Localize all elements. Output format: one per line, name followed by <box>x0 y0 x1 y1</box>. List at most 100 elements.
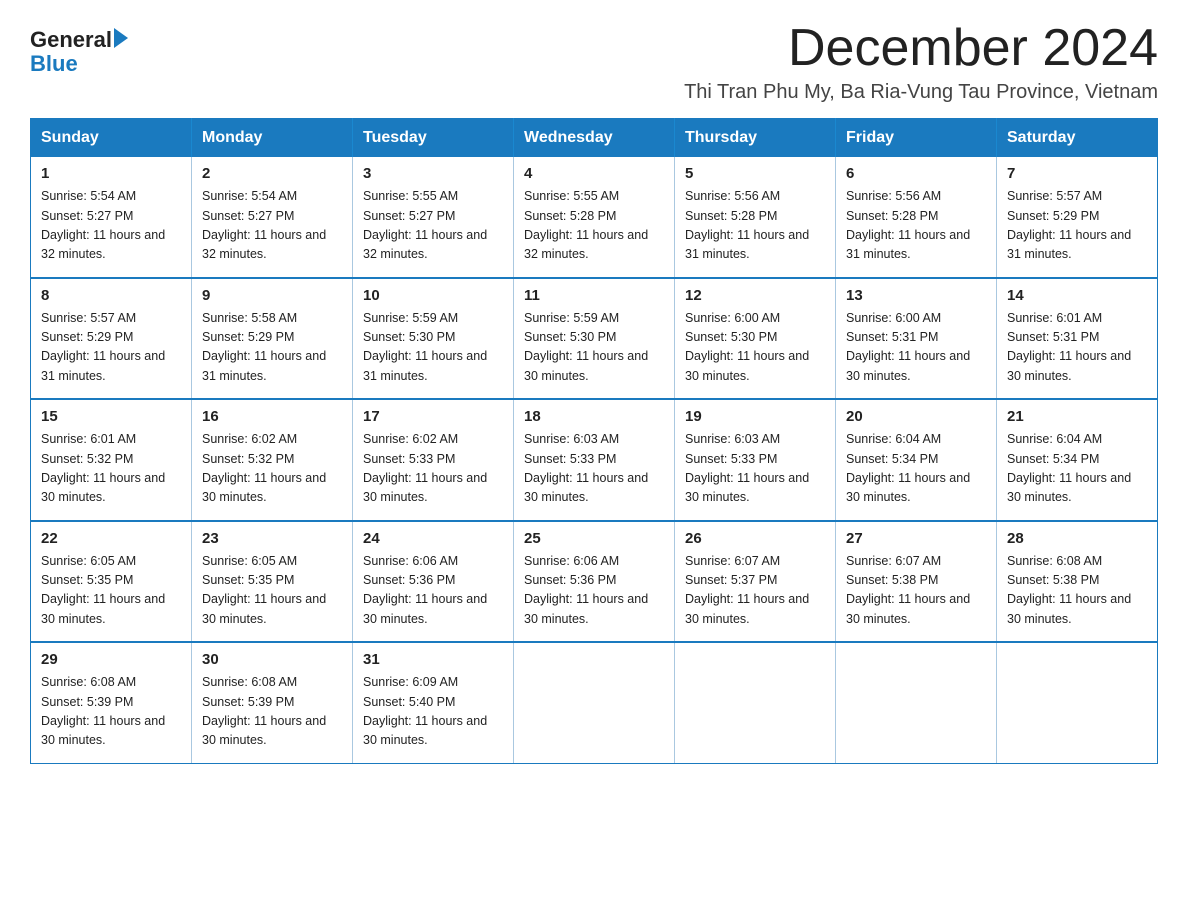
day-info: Sunrise: 6:03 AMSunset: 5:33 PMDaylight:… <box>685 430 825 508</box>
calendar-cell: 13 Sunrise: 6:00 AMSunset: 5:31 PMDaylig… <box>836 278 997 400</box>
day-info: Sunrise: 6:08 AMSunset: 5:39 PMDaylight:… <box>202 673 342 751</box>
day-number: 6 <box>846 165 986 182</box>
calendar-cell: 21 Sunrise: 6:04 AMSunset: 5:34 PMDaylig… <box>997 399 1158 521</box>
day-info: Sunrise: 6:00 AMSunset: 5:30 PMDaylight:… <box>685 309 825 387</box>
calendar-cell: 16 Sunrise: 6:02 AMSunset: 5:32 PMDaylig… <box>192 399 353 521</box>
calendar-cell: 23 Sunrise: 6:05 AMSunset: 5:35 PMDaylig… <box>192 521 353 643</box>
day-info: Sunrise: 6:06 AMSunset: 5:36 PMDaylight:… <box>524 552 664 630</box>
calendar-cell <box>514 642 675 763</box>
day-number: 28 <box>1007 530 1147 547</box>
calendar-cell: 28 Sunrise: 6:08 AMSunset: 5:38 PMDaylig… <box>997 521 1158 643</box>
day-number: 23 <box>202 530 342 547</box>
calendar-cell: 7 Sunrise: 5:57 AMSunset: 5:29 PMDayligh… <box>997 157 1158 278</box>
day-info: Sunrise: 5:59 AMSunset: 5:30 PMDaylight:… <box>363 309 503 387</box>
day-number: 7 <box>1007 165 1147 182</box>
logo-arrow-icon <box>114 28 128 48</box>
calendar-cell: 1 Sunrise: 5:54 AMSunset: 5:27 PMDayligh… <box>31 157 192 278</box>
calendar-cell <box>997 642 1158 763</box>
calendar-cell: 4 Sunrise: 5:55 AMSunset: 5:28 PMDayligh… <box>514 157 675 278</box>
day-info: Sunrise: 6:05 AMSunset: 5:35 PMDaylight:… <box>202 552 342 630</box>
day-info: Sunrise: 5:59 AMSunset: 5:30 PMDaylight:… <box>524 309 664 387</box>
day-info: Sunrise: 6:06 AMSunset: 5:36 PMDaylight:… <box>363 552 503 630</box>
calendar-cell: 10 Sunrise: 5:59 AMSunset: 5:30 PMDaylig… <box>353 278 514 400</box>
day-info: Sunrise: 5:55 AMSunset: 5:27 PMDaylight:… <box>363 187 503 265</box>
day-info: Sunrise: 5:56 AMSunset: 5:28 PMDaylight:… <box>846 187 986 265</box>
calendar-cell: 22 Sunrise: 6:05 AMSunset: 5:35 PMDaylig… <box>31 521 192 643</box>
calendar-cell: 9 Sunrise: 5:58 AMSunset: 5:29 PMDayligh… <box>192 278 353 400</box>
day-number: 4 <box>524 165 664 182</box>
day-info: Sunrise: 5:54 AMSunset: 5:27 PMDaylight:… <box>202 187 342 265</box>
day-info: Sunrise: 6:02 AMSunset: 5:33 PMDaylight:… <box>363 430 503 508</box>
location-title: Thi Tran Phu My, Ba Ria-Vung Tau Provinc… <box>684 81 1158 104</box>
calendar-cell: 26 Sunrise: 6:07 AMSunset: 5:37 PMDaylig… <box>675 521 836 643</box>
day-number: 21 <box>1007 408 1147 425</box>
day-number: 20 <box>846 408 986 425</box>
calendar-cell: 8 Sunrise: 5:57 AMSunset: 5:29 PMDayligh… <box>31 278 192 400</box>
page-header: General Blue December 2024 Thi Tran Phu … <box>30 20 1158 104</box>
day-number: 29 <box>41 651 181 668</box>
day-info: Sunrise: 6:04 AMSunset: 5:34 PMDaylight:… <box>846 430 986 508</box>
day-info: Sunrise: 6:08 AMSunset: 5:38 PMDaylight:… <box>1007 552 1147 630</box>
day-info: Sunrise: 5:56 AMSunset: 5:28 PMDaylight:… <box>685 187 825 265</box>
calendar-cell <box>675 642 836 763</box>
day-info: Sunrise: 6:00 AMSunset: 5:31 PMDaylight:… <box>846 309 986 387</box>
calendar-week-row: 29 Sunrise: 6:08 AMSunset: 5:39 PMDaylig… <box>31 642 1158 763</box>
day-info: Sunrise: 6:07 AMSunset: 5:37 PMDaylight:… <box>685 552 825 630</box>
calendar-table: SundayMondayTuesdayWednesdayThursdayFrid… <box>30 118 1158 764</box>
day-number: 18 <box>524 408 664 425</box>
calendar-cell: 18 Sunrise: 6:03 AMSunset: 5:33 PMDaylig… <box>514 399 675 521</box>
day-info: Sunrise: 5:55 AMSunset: 5:28 PMDaylight:… <box>524 187 664 265</box>
calendar-cell <box>836 642 997 763</box>
day-info: Sunrise: 6:08 AMSunset: 5:39 PMDaylight:… <box>41 673 181 751</box>
calendar-header-sunday: Sunday <box>31 119 192 158</box>
day-number: 12 <box>685 287 825 304</box>
day-info: Sunrise: 6:09 AMSunset: 5:40 PMDaylight:… <box>363 673 503 751</box>
day-number: 3 <box>363 165 503 182</box>
calendar-cell: 29 Sunrise: 6:08 AMSunset: 5:39 PMDaylig… <box>31 642 192 763</box>
day-number: 5 <box>685 165 825 182</box>
day-info: Sunrise: 6:04 AMSunset: 5:34 PMDaylight:… <box>1007 430 1147 508</box>
day-info: Sunrise: 6:01 AMSunset: 5:32 PMDaylight:… <box>41 430 181 508</box>
calendar-header-monday: Monday <box>192 119 353 158</box>
calendar-cell: 31 Sunrise: 6:09 AMSunset: 5:40 PMDaylig… <box>353 642 514 763</box>
calendar-header-thursday: Thursday <box>675 119 836 158</box>
day-info: Sunrise: 6:01 AMSunset: 5:31 PMDaylight:… <box>1007 309 1147 387</box>
calendar-cell: 12 Sunrise: 6:00 AMSunset: 5:30 PMDaylig… <box>675 278 836 400</box>
day-number: 13 <box>846 287 986 304</box>
calendar-cell: 20 Sunrise: 6:04 AMSunset: 5:34 PMDaylig… <box>836 399 997 521</box>
day-info: Sunrise: 5:54 AMSunset: 5:27 PMDaylight:… <box>41 187 181 265</box>
day-number: 8 <box>41 287 181 304</box>
logo: General Blue <box>30 20 128 76</box>
day-number: 14 <box>1007 287 1147 304</box>
calendar-cell: 17 Sunrise: 6:02 AMSunset: 5:33 PMDaylig… <box>353 399 514 521</box>
calendar-week-row: 1 Sunrise: 5:54 AMSunset: 5:27 PMDayligh… <box>31 157 1158 278</box>
day-number: 19 <box>685 408 825 425</box>
calendar-week-row: 8 Sunrise: 5:57 AMSunset: 5:29 PMDayligh… <box>31 278 1158 400</box>
calendar-cell: 25 Sunrise: 6:06 AMSunset: 5:36 PMDaylig… <box>514 521 675 643</box>
day-number: 15 <box>41 408 181 425</box>
day-number: 2 <box>202 165 342 182</box>
day-info: Sunrise: 5:57 AMSunset: 5:29 PMDaylight:… <box>41 309 181 387</box>
day-info: Sunrise: 6:07 AMSunset: 5:38 PMDaylight:… <box>846 552 986 630</box>
calendar-cell: 24 Sunrise: 6:06 AMSunset: 5:36 PMDaylig… <box>353 521 514 643</box>
day-info: Sunrise: 5:57 AMSunset: 5:29 PMDaylight:… <box>1007 187 1147 265</box>
day-number: 27 <box>846 530 986 547</box>
calendar-cell: 5 Sunrise: 5:56 AMSunset: 5:28 PMDayligh… <box>675 157 836 278</box>
calendar-cell: 11 Sunrise: 5:59 AMSunset: 5:30 PMDaylig… <box>514 278 675 400</box>
day-number: 31 <box>363 651 503 668</box>
calendar-header-tuesday: Tuesday <box>353 119 514 158</box>
day-number: 10 <box>363 287 503 304</box>
calendar-cell: 27 Sunrise: 6:07 AMSunset: 5:38 PMDaylig… <box>836 521 997 643</box>
calendar-cell: 30 Sunrise: 6:08 AMSunset: 5:39 PMDaylig… <box>192 642 353 763</box>
calendar-week-row: 15 Sunrise: 6:01 AMSunset: 5:32 PMDaylig… <box>31 399 1158 521</box>
calendar-header-row: SundayMondayTuesdayWednesdayThursdayFrid… <box>31 119 1158 158</box>
day-number: 17 <box>363 408 503 425</box>
day-number: 9 <box>202 287 342 304</box>
calendar-cell: 14 Sunrise: 6:01 AMSunset: 5:31 PMDaylig… <box>997 278 1158 400</box>
title-block: December 2024 Thi Tran Phu My, Ba Ria-Vu… <box>684 20 1158 104</box>
calendar-cell: 15 Sunrise: 6:01 AMSunset: 5:32 PMDaylig… <box>31 399 192 521</box>
logo-general-text: General <box>30 28 112 52</box>
calendar-cell: 3 Sunrise: 5:55 AMSunset: 5:27 PMDayligh… <box>353 157 514 278</box>
calendar-week-row: 22 Sunrise: 6:05 AMSunset: 5:35 PMDaylig… <box>31 521 1158 643</box>
calendar-cell: 2 Sunrise: 5:54 AMSunset: 5:27 PMDayligh… <box>192 157 353 278</box>
